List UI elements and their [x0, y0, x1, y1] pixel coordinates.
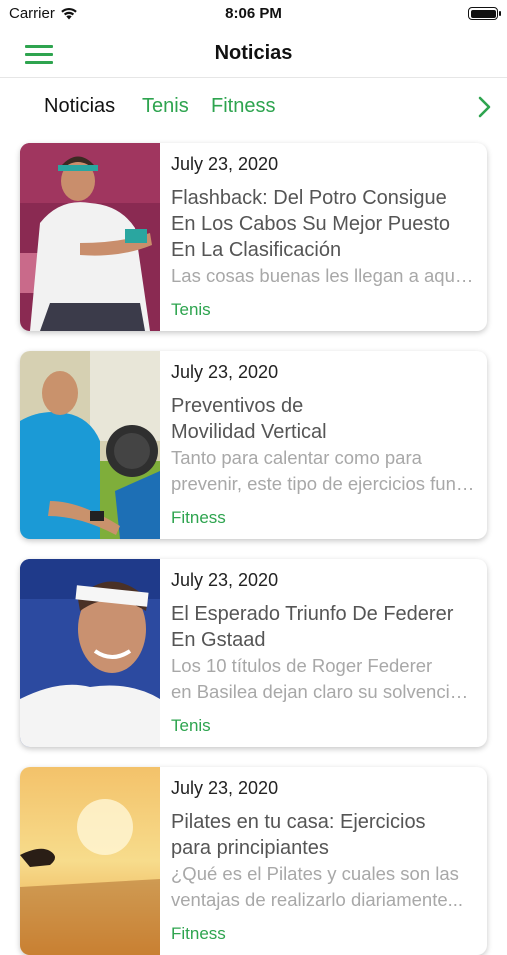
tab-noticias[interactable]: Noticias: [44, 95, 115, 118]
article-excerpt: Las cosas buenas les llegan a aquellos q…: [171, 265, 475, 286]
article-excerpt: Los 10 títulos de Roger Federer: [171, 655, 433, 676]
article-body: July 23, 2020 Preventivos de Movilidad V…: [171, 361, 475, 497]
article-thumbnail: [20, 143, 160, 331]
pilates-sunset-image: [20, 767, 160, 955]
tab-fitness[interactable]: Fitness: [211, 95, 275, 118]
article-card[interactable]: July 23, 2020 Flashback: Del Potro Consi…: [20, 143, 487, 331]
tab-tenis[interactable]: Tenis: [142, 95, 189, 118]
article-thumbnail: [20, 351, 160, 539]
article-excerpt: prevenir, este tipo de ejercicios funcio…: [171, 473, 475, 494]
article-date: July 23, 2020: [171, 570, 279, 590]
article-date: July 23, 2020: [171, 154, 279, 174]
article-date: July 23, 2020: [171, 362, 279, 382]
article-excerpt: ventajas de realizarlo diariamente...: [171, 889, 464, 910]
article-category[interactable]: Fitness: [171, 508, 226, 528]
article-category[interactable]: Tenis: [171, 300, 211, 320]
article-body: July 23, 2020 El Esperado Triunfo De Fed…: [171, 569, 475, 705]
article-title: Preventivos de Movilidad Vertical: [171, 395, 327, 443]
battery-icon: [468, 7, 501, 20]
article-category[interactable]: Fitness: [171, 924, 226, 944]
chevron-right-icon[interactable]: [477, 95, 493, 119]
article-card[interactable]: July 23, 2020 Preventivos de Movilidad V…: [20, 351, 487, 539]
article-title: Pilates en tu casa: Ejercicios para prin…: [171, 811, 426, 859]
article-excerpt: Tanto para calentar como para: [171, 447, 422, 468]
status-bar: Carrier 8:06 PM: [0, 0, 507, 30]
article-title: El Esperado Triunfo De Federer En Gstaad: [171, 603, 454, 651]
article-date: July 23, 2020: [171, 778, 279, 798]
fitness-trainer-image: [20, 351, 160, 539]
article-thumbnail: [20, 559, 160, 747]
navigation-bar: Noticias: [0, 30, 507, 78]
status-time: 8:06 PM: [225, 5, 282, 22]
tennis-player-image: [20, 143, 160, 331]
federer-image: [20, 559, 160, 747]
page-title: Noticias: [214, 42, 293, 64]
article-title: Flashback: Del Potro Consigue En Los Cab…: [171, 187, 451, 261]
article-body: July 23, 2020 Pilates en tu casa: Ejerci…: [171, 777, 475, 913]
article-thumbnail: [20, 767, 160, 955]
article-card[interactable]: July 23, 2020 Pilates en tu casa: Ejerci…: [20, 767, 487, 955]
category-tabs: Noticias Tenis Fitness: [0, 80, 507, 132]
article-category[interactable]: Tenis: [171, 716, 211, 736]
article-excerpt: ¿Qué es el Pilates y cuales son las: [171, 863, 459, 884]
article-card[interactable]: July 23, 2020 El Esperado Triunfo De Fed…: [20, 559, 487, 747]
article-body: July 23, 2020 Flashback: Del Potro Consi…: [171, 153, 475, 289]
article-excerpt: en Basilea dejan claro su solvencia...: [171, 681, 475, 702]
